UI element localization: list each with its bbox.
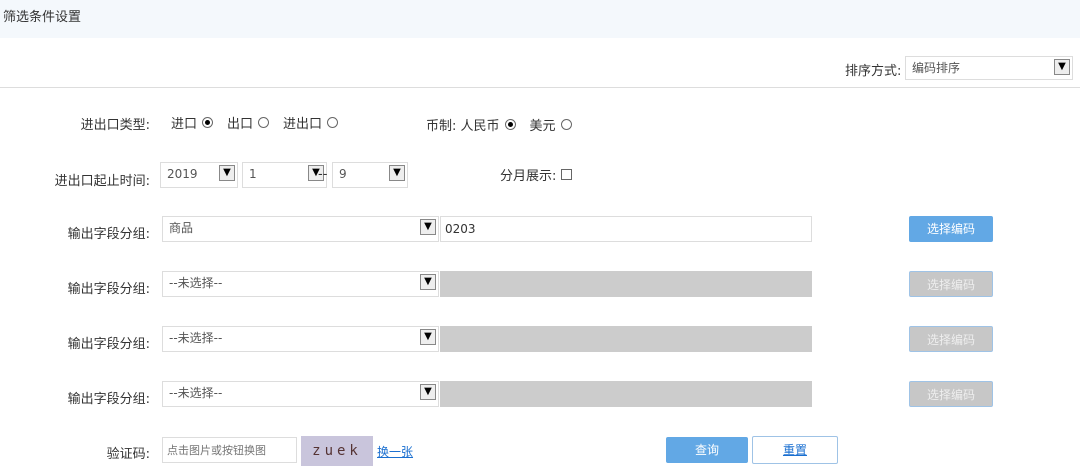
radio-label-both: 进出口 bbox=[283, 117, 323, 132]
radio-label-usd: 美元 bbox=[529, 119, 556, 134]
time-label: 进出口起止时间: bbox=[54, 174, 150, 189]
group-select-value: --未选择-- bbox=[169, 386, 223, 400]
group-code-input bbox=[440, 326, 812, 352]
group-code-input bbox=[440, 381, 812, 407]
radio-cny[interactable] bbox=[504, 119, 516, 130]
radio-label-cny: 人民币 bbox=[460, 119, 500, 134]
group-select-value: --未选择-- bbox=[169, 331, 223, 345]
start-month-value: 1 bbox=[249, 167, 257, 181]
group-select-value: --未选择-- bbox=[169, 276, 223, 290]
sort-label: 排序方式: bbox=[845, 64, 902, 79]
chevron-down-icon: ▼ bbox=[219, 165, 235, 181]
query-button[interactable]: 查询 bbox=[666, 437, 748, 463]
trade-type-label: 进出口类型: bbox=[80, 118, 150, 133]
chevron-down-icon: ▼ bbox=[420, 384, 436, 400]
chevron-down-icon: ▼ bbox=[420, 274, 436, 290]
group-select[interactable]: --未选择-- ▼ bbox=[162, 381, 439, 407]
sort-select[interactable]: 编码排序 ▼ bbox=[905, 56, 1073, 80]
radio-import[interactable] bbox=[202, 117, 214, 128]
radio-both[interactable] bbox=[327, 117, 339, 128]
select-code-button[interactable]: 选择编码 bbox=[909, 271, 993, 297]
captcha-input[interactable] bbox=[162, 437, 297, 463]
radio-label-import: 进口 bbox=[171, 117, 198, 132]
start-month-select[interactable]: 1 ▼ bbox=[242, 162, 327, 188]
sort-value: 编码排序 bbox=[912, 61, 961, 75]
page-title: 筛选条件设置 bbox=[3, 10, 82, 25]
reset-button[interactable]: 重置 bbox=[752, 436, 838, 464]
group-code-input[interactable]: 0203 bbox=[440, 216, 812, 242]
chevron-down-icon: ▼ bbox=[420, 219, 436, 235]
select-code-button[interactable]: 选择编码 bbox=[909, 216, 993, 242]
group-label: 输出字段分组: bbox=[67, 227, 150, 242]
monthly-toggle: 分月展示: bbox=[500, 165, 573, 184]
currency-radios: 币制: 人民币 美元 bbox=[426, 115, 586, 134]
radio-usd[interactable] bbox=[560, 119, 572, 130]
captcha-image[interactable]: zuek bbox=[301, 436, 373, 466]
group-code-input bbox=[440, 271, 812, 297]
range-separator: -- bbox=[318, 167, 328, 182]
group-label: 输出字段分组: bbox=[67, 282, 150, 297]
captcha-label: 验证码: bbox=[106, 447, 150, 462]
end-month-value: 9 bbox=[339, 167, 347, 181]
header-bar bbox=[0, 0, 1080, 38]
select-code-button[interactable]: 选择编码 bbox=[909, 326, 993, 352]
year-select[interactable]: 2019 ▼ bbox=[160, 162, 238, 188]
group-select[interactable]: --未选择-- ▼ bbox=[162, 326, 439, 352]
end-month-select[interactable]: 9 ▼ bbox=[332, 162, 408, 188]
year-value: 2019 bbox=[167, 167, 198, 181]
chevron-down-icon: ▼ bbox=[420, 329, 436, 345]
monthly-checkbox[interactable] bbox=[561, 169, 573, 180]
currency-label: 币制: bbox=[426, 119, 457, 134]
divider bbox=[0, 87, 1080, 88]
group-select[interactable]: 商品 ▼ bbox=[162, 216, 439, 242]
trade-type-radios: 进口 出口 进出口 bbox=[171, 113, 352, 132]
group-select[interactable]: --未选择-- ▼ bbox=[162, 271, 439, 297]
group-label: 输出字段分组: bbox=[67, 337, 150, 352]
chevron-down-icon: ▼ bbox=[389, 165, 405, 181]
radio-label-export: 出口 bbox=[227, 117, 254, 132]
radio-export[interactable] bbox=[258, 117, 270, 128]
chevron-down-icon: ▼ bbox=[1054, 59, 1070, 75]
refresh-captcha-link[interactable]: 换一张 bbox=[377, 443, 413, 460]
group-select-value: 商品 bbox=[169, 221, 194, 235]
group-label: 输出字段分组: bbox=[67, 392, 150, 407]
monthly-label: 分月展示: bbox=[500, 169, 557, 184]
select-code-button[interactable]: 选择编码 bbox=[909, 381, 993, 407]
